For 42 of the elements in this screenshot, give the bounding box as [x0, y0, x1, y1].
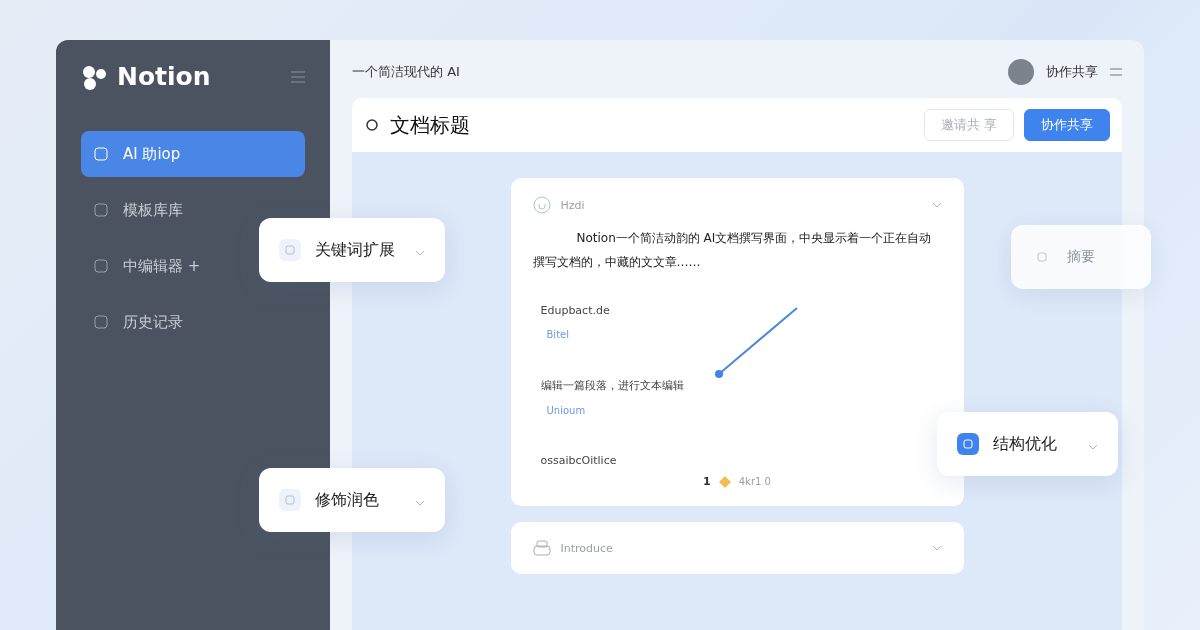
chevron-down-icon: [1088, 443, 1098, 450]
circle-icon: [366, 119, 378, 131]
ai-action-card[interactable]: 摘要: [1011, 225, 1151, 289]
card-label: Hzdi: [560, 198, 585, 212]
generated-paragraph: Notion一个简洁动韵的 AI文档撰写界面，中央显示着一个正在自动撰写文档的，中藏的文文章……: [532, 230, 933, 271]
action-icon: [279, 239, 301, 261]
share-button[interactable]: 协作共享: [1024, 109, 1110, 141]
chevron-down-icon: [931, 202, 942, 208]
action-icon: [279, 489, 301, 511]
list-subtext: Unioum: [546, 405, 587, 416]
action-icon: [957, 433, 979, 455]
list-item: 编辑一篇段落，进行文本编辑: [540, 378, 685, 393]
menu-icon[interactable]: [291, 70, 305, 83]
document-title: 文档标题: [390, 111, 470, 139]
page-title: 一个简洁现代的 AI: [352, 63, 460, 81]
action-label: 关键词扩展: [315, 239, 395, 261]
chevron-down-icon: [931, 545, 942, 551]
footer-text: 4kr1 0: [738, 476, 771, 487]
page-number: 1: [703, 475, 711, 488]
chevron-down-icon: [415, 249, 425, 256]
action-label: 摘要: [1067, 248, 1095, 266]
action-label: 结构优化: [993, 433, 1057, 455]
diamond-icon: [718, 475, 731, 488]
sidebar-item[interactable]: 中编辑器 +: [81, 243, 213, 289]
sidebar-item[interactable]: AI 助iop: [81, 131, 305, 177]
ai-action-card[interactable]: 结构优化: [937, 412, 1118, 476]
user-avatar[interactable]: [1008, 59, 1034, 85]
share-label: 协作共享: [1046, 63, 1098, 81]
card-label: Introduce: [560, 541, 613, 555]
ai-action-card[interactable]: 关键词扩展: [259, 218, 445, 282]
list-item: Edupbact.de: [540, 304, 611, 317]
sidebar-item[interactable]: 模板库库: [81, 187, 195, 233]
printer-icon: [532, 540, 551, 556]
smile-icon: [532, 196, 551, 214]
action-label: 修饰润色: [315, 489, 379, 511]
chevron-down-icon: [415, 499, 425, 506]
sidebar-item[interactable]: 历史记录: [81, 299, 195, 345]
list-subtext: Bitel: [546, 329, 570, 340]
brand-name: Notion: [117, 62, 211, 91]
ai-action-card[interactable]: 修饰润色: [259, 468, 445, 532]
menu-icon[interactable]: [1110, 68, 1122, 76]
list-item: ossaibcOitlice: [540, 454, 618, 467]
